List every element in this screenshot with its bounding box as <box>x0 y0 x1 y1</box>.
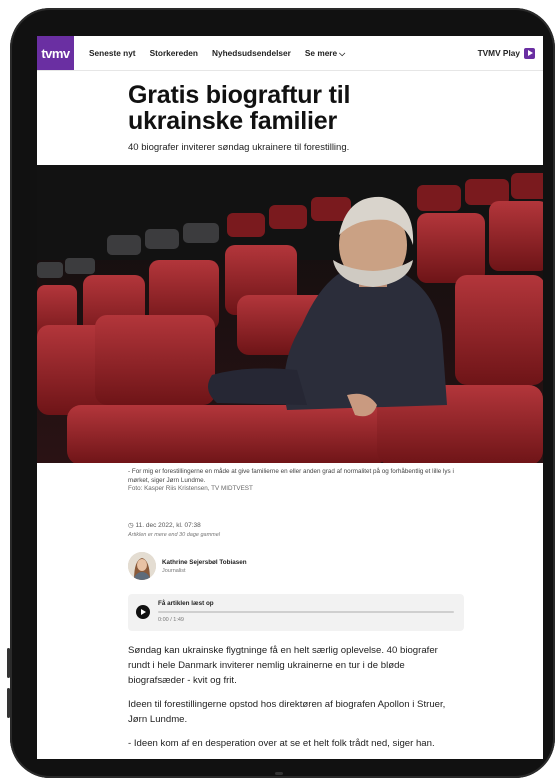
publish-date: ◷ 11. dec 2022, kl. 07:38 <box>128 521 201 529</box>
play-icon <box>524 47 535 59</box>
nav-link-nyhedsudsendelser[interactable]: Nyhedsudsendelser <box>212 48 291 59</box>
article-body: Søndag kan ukrainske flygtninge få en he… <box>128 643 458 759</box>
nav-link-se-mere-label: Se mere <box>304 47 338 58</box>
publish-date-text: 11. dec 2022, kl. 07:38 <box>135 522 201 529</box>
article-photo <box>37 165 543 463</box>
author-role: Journalist <box>162 567 186 574</box>
nav-link-se-mere[interactable]: Se mere ⌵ <box>305 48 345 59</box>
photo-caption: - For mig er forestillingerne en måde at… <box>128 468 458 494</box>
side-button <box>7 648 10 678</box>
tvmv-play-label: TVMV Play <box>477 48 520 58</box>
nav-link-storkereden[interactable]: Storkereden <box>150 48 198 59</box>
cinema-photo-illustration <box>37 165 543 463</box>
caption-text: - For mig er forestillingerne en måde at… <box>128 468 454 484</box>
photo-credit: Foto: Kasper Riis Kristensen, TV MIDTVES… <box>128 485 253 492</box>
avatar-portrait <box>128 552 156 580</box>
paragraph: Søndag kan ukrainske flygtninge få en he… <box>128 645 438 686</box>
audio-progress-bar[interactable] <box>158 611 454 613</box>
author-name: Kathrine Sejersbøl Tobiasen <box>162 558 247 566</box>
audio-label: Få artiklen læst op <box>158 600 214 607</box>
audio-time: 0:00 / 1:49 <box>158 617 184 623</box>
author-byline[interactable]: Kathrine Sejersbøl Tobiasen Journalist <box>128 552 247 580</box>
audio-player: Få artiklen læst op 0:00 / 1:49 <box>128 594 464 631</box>
article-title: Gratis biograftur til ukrainske familier <box>128 81 351 135</box>
article-subtitle: 40 biografer inviterer søndag ukrainere … <box>128 142 350 153</box>
audio-play-button[interactable] <box>136 605 150 619</box>
screen: tvmv Seneste nyt Storkereden Nyhedsudsen… <box>37 36 543 759</box>
side-button <box>7 688 10 718</box>
top-navigation: tvmv Seneste nyt Storkereden Nyhedsudsen… <box>37 36 543 71</box>
paragraph: - Ideen kom af en desperation over at se… <box>128 738 435 749</box>
article-age-note: Artiklen er mere end 30 dage gammel <box>128 532 221 538</box>
tvmv-play-link[interactable]: TVMV Play <box>477 47 535 59</box>
chevron-down-icon: ⌵ <box>339 48 346 58</box>
paragraph: Ideen til forestillingerne opstod hos di… <box>128 699 446 725</box>
tvmv-logo[interactable]: tvmv <box>37 36 74 70</box>
nav-link-seneste-nyt[interactable]: Seneste nyt <box>89 48 136 59</box>
author-avatar <box>128 552 156 580</box>
nav-links: Seneste nyt Storkereden Nyhedsudsendelse… <box>89 48 345 59</box>
home-indicator <box>275 772 283 775</box>
